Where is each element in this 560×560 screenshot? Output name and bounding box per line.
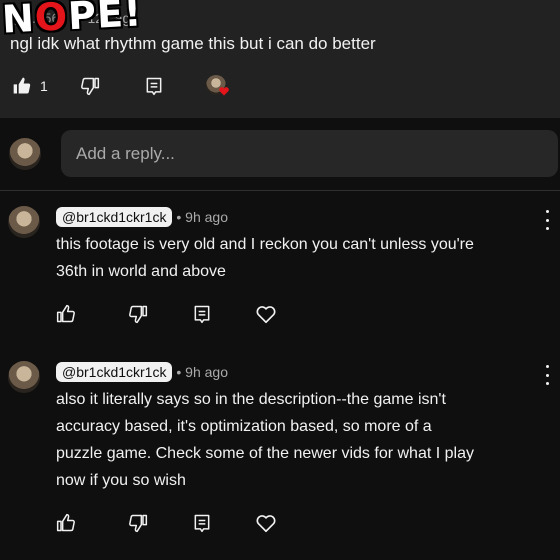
comment-time: 9h ago — [185, 209, 228, 225]
more-options-icon[interactable] — [544, 365, 550, 385]
commenter-avatar[interactable] — [8, 361, 40, 393]
reply-icon[interactable] — [190, 511, 214, 535]
dislike-icon[interactable] — [126, 511, 150, 535]
heart-outline-icon[interactable] — [254, 511, 278, 535]
dislike-icon[interactable] — [78, 74, 102, 98]
reply-icon[interactable] — [142, 74, 166, 98]
more-options-icon[interactable] — [544, 210, 550, 230]
comment-author[interactable]: @br1ckd1ckr1ck — [56, 207, 173, 227]
dislike-icon[interactable] — [126, 302, 150, 326]
reply-icon[interactable] — [190, 302, 214, 326]
comment-meta: @br1ckd1ckr1ck • 9h ago — [56, 362, 228, 382]
reply-comment: @br1ckd1ckr1ck • 9h ago this footage is … — [0, 200, 560, 340]
heart-icon — [218, 84, 230, 102]
creator-heart-badge — [205, 75, 229, 97]
reply-comment: @br1ckd1ckr1ck • 9h ago also it literall… — [0, 355, 560, 555]
divider — [0, 190, 560, 191]
user-avatar — [9, 138, 41, 170]
comment-author[interactable]: @br1ckd1ckr1ck — [56, 362, 173, 382]
commenter-avatar[interactable] — [8, 206, 40, 238]
heart-outline-icon[interactable] — [254, 302, 278, 326]
comment-meta: @br1ckd1ckr1ck • 9h ago — [56, 207, 228, 227]
highlighted-comment: @...1567 • 12h ago NOPE! ngl idk what rh… — [0, 0, 560, 118]
comment-time: 9h ago — [185, 364, 228, 380]
comment-actions: 1 — [10, 74, 229, 98]
comment-text: ngl idk what rhythm game this but i can … — [10, 34, 376, 53]
comment-actions — [54, 302, 278, 326]
like-icon[interactable] — [54, 511, 78, 535]
comment-actions — [54, 511, 278, 535]
reply-placeholder: Add a reply... — [76, 144, 175, 163]
like-count: 1 — [40, 78, 48, 94]
like-filled-icon[interactable] — [10, 74, 34, 98]
reply-input[interactable]: Add a reply... — [61, 130, 558, 177]
comment-text: also it literally says so in the descrip… — [56, 391, 474, 489]
comment-text: this footage is very old and I reckon yo… — [56, 236, 474, 280]
like-icon[interactable] — [54, 302, 78, 326]
